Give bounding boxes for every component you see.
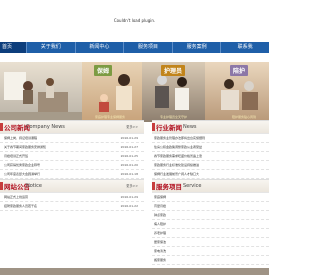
list-item[interactable]: 育婴月嫂 [152,202,269,211]
nav-item-services[interactable]: 服务项目 [124,42,173,53]
list-item[interactable]: 家政服务业管理办法即将出台实施细则 [152,134,269,143]
list-item[interactable]: 居家保洁 [152,238,269,247]
list-item[interactable]: 养老护理 [152,229,269,238]
nav-item-news[interactable]: 新闻中心 [76,42,125,53]
service-section: 服务项目 Service 家庭保姆 育婴月嫂 钟点家政 病人陪护 养老护理 居家… [152,179,269,265]
banner-tag-caregiver: 护理员 [161,65,186,76]
banner-tag-nanny: 保姆 [94,65,113,76]
banner-tag-companion: 陪护 [230,65,249,76]
banner-caption: 专业护理员全天守护 [160,115,188,119]
nav-item-home[interactable]: 首页 [0,42,27,53]
banner-caption: 陪护服务贴心周到 [232,115,257,119]
list-item[interactable]: 保姆行业发展前景广阔人才缺口大 [152,170,269,179]
notice-section: 网站公告 Notice 更多>> 网站正式上线运营 2016-01-29 招聘家政… [0,179,144,211]
list-item[interactable]: 公司获得优秀家政企业称号 2016-01-20 [0,161,144,170]
notice-list: 网站正式上线运营 2016-01-29 招聘家政服务人员若干名 2016-01-22 [0,193,144,211]
list-item[interactable]: 搬家服务 [152,256,269,265]
section-title: 行业新闻 [156,124,182,132]
list-item[interactable]: 月嫂培训正式开班 2016-01-25 [0,152,144,161]
nav-item-about[interactable]: 关于我们 [27,42,76,53]
more-link[interactable]: 更多>> [126,124,138,129]
company-news-section: 公司新闻 Company News 更多>> 保姆上岗、持证培训课程 2016-0… [0,120,144,179]
list-item[interactable]: 关于春节期间家政服务安排通知 2016-01-27 [0,143,144,152]
nav-item-cases[interactable]: 服务案例 [173,42,222,53]
section-header: 行业新闻 News [152,120,269,134]
section-subtitle: Company News [26,124,65,130]
banner-caption: 家庭护理专业保姆服务 [95,115,126,119]
service-list: 家庭保姆 育婴月嫂 钟点家政 病人陪护 养老护理 居家保洁 家电清洗 搬家服务 [152,193,269,265]
section-header: 网站公告 Notice 更多>> [0,179,144,193]
news-list: 保姆上岗、持证培训课程 2016-01-29 关于春节期间家政服务安排通知 2016… [0,134,144,179]
list-item[interactable]: 钟点家政 [152,211,269,220]
list-item[interactable]: 网站正式上线运营 2016-01-29 [0,193,144,202]
main-nav: 首页 关于我们 新闻中心 服务项目 服务案例 联系我 [0,42,269,53]
list-item[interactable]: 公司年度表彰大会圆满举行 2016-01-18 [0,170,144,179]
list-item[interactable]: 住房公积金政策调整家政从业者受益 [152,143,269,152]
logo-plugin-error: Couldn't load plugin. [113,18,156,23]
section-subtitle: News [183,124,197,130]
section-header: 服务项目 Service [152,179,269,193]
section-marker [152,123,155,131]
header: Couldn't load plugin. [0,0,269,42]
list-item[interactable]: 家电清洗 [152,247,269,256]
section-marker [152,182,155,190]
section-title: 服务项目 [156,183,182,191]
section-header: 公司新闻 Company News 更多>> [0,120,144,134]
list-item[interactable]: 病人陪护 [152,220,269,229]
section-subtitle: Notice [26,183,42,189]
list-item[interactable]: 招聘家政服务人员若干名 2016-01-22 [0,202,144,211]
list-item[interactable]: 春节家政服务需求旺盛价格普遍上涨 [152,152,269,161]
section-subtitle: Service [183,183,202,189]
more-link[interactable]: 更多>> [126,183,138,188]
list-item[interactable]: 保姆上岗、持证培训课程 2016-01-29 [0,134,144,143]
banner-photo-illustration [0,72,82,122]
nav-item-contact[interactable]: 联系我 [221,42,269,53]
industry-news-section: 行业新闻 News 家政服务业管理办法即将出台实施细则 住房公积金政策调整家政从… [152,120,269,188]
list-item[interactable]: 家庭保姆 [152,193,269,202]
hero-banner: 保姆 护理员 陪护 家庭护理专业保姆服务 专业护理员全天守护 陪护服务贴心周到 [0,62,269,122]
banner-photo-living-room [0,62,82,122]
section-marker [0,123,3,131]
section-marker [0,182,3,190]
bottom-photo-strip [0,268,269,275]
list-item[interactable]: 家政服务行业标准化建设持续推进 [152,161,269,170]
